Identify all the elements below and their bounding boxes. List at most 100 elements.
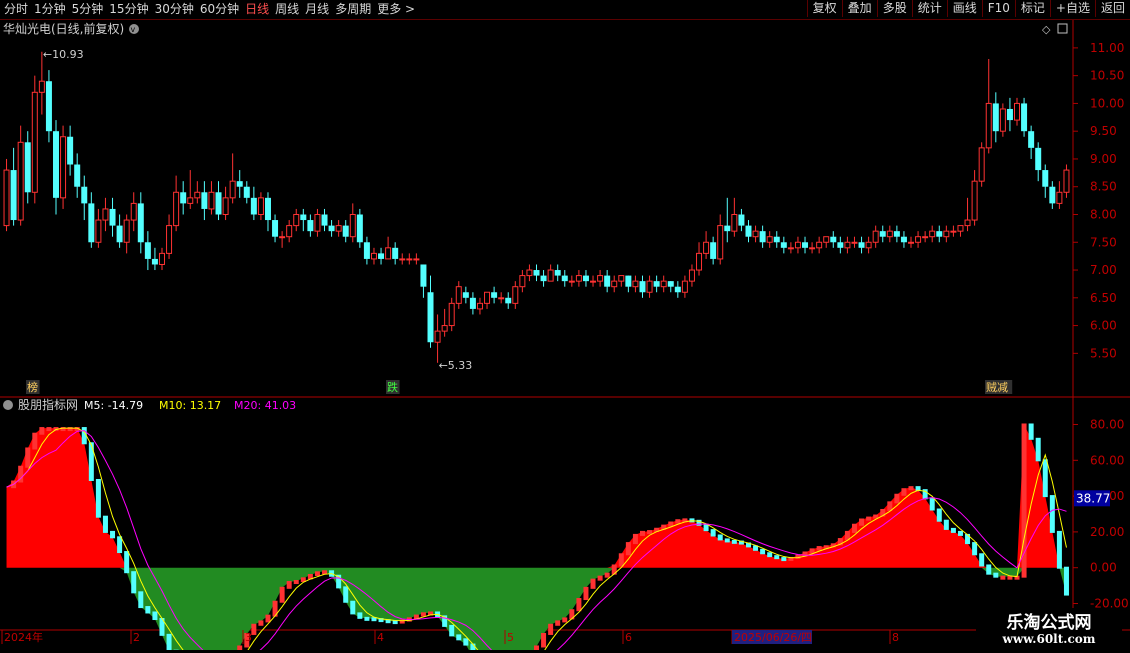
x-axis-label-3: 4 <box>377 631 384 644</box>
period-tab-8[interactable]: 月线 <box>305 1 329 18</box>
indicator-bar-51 <box>364 617 369 621</box>
candle-body-111 <box>788 248 793 249</box>
candle-body-41 <box>294 214 299 225</box>
candle-body-118 <box>837 242 843 248</box>
candle-body-73 <box>520 276 525 287</box>
indicator-bar-76 <box>541 633 546 648</box>
period-tab-4[interactable]: 30分钟 <box>155 1 194 18</box>
toolbar-button-6[interactable]: 标记 <box>1015 0 1050 17</box>
candle-body-3 <box>25 142 31 192</box>
period-tab-6[interactable]: 日线 <box>245 1 269 18</box>
top-toolbar: 分时 1分钟 5分钟 15分钟 30分钟 60分钟日线周线月线多周期更多 > 复权叠加多股… <box>0 0 1130 20</box>
period-tab-0[interactable]: 分时 <box>4 1 28 18</box>
candle-body-74 <box>527 270 532 276</box>
candle-body-99 <box>704 242 709 253</box>
indicator-bar-85 <box>605 573 610 578</box>
candle-body-112 <box>795 242 800 248</box>
price-tick-label-11: 5.50 <box>1090 346 1117 360</box>
x-axis-label-4: 5 <box>507 631 514 644</box>
candle-body-69 <box>491 292 497 298</box>
candle-body-96 <box>682 281 687 292</box>
candle-body-32 <box>230 181 235 198</box>
period-tab-2[interactable]: 5分钟 <box>72 1 104 18</box>
chart-area[interactable]: 11.0010.5010.009.509.008.508.007.507.006… <box>0 20 1130 650</box>
toolbar-button-3[interactable]: 统计 <box>912 0 947 17</box>
candle-body-49 <box>350 214 355 236</box>
indicator-bar-95 <box>675 519 680 523</box>
candle-body-82 <box>583 276 589 282</box>
indicator-bar-63 <box>449 625 454 636</box>
indicator-bar-82 <box>583 587 588 600</box>
toolbar-button-4[interactable]: 画线 <box>947 0 982 17</box>
price-tick-label-2: 10.00 <box>1090 96 1124 110</box>
candle-body-76 <box>541 276 547 282</box>
candle-body-88 <box>625 276 631 287</box>
period-tab-7[interactable]: 周线 <box>275 1 299 18</box>
period-tab-9[interactable]: 多周期 <box>335 1 371 18</box>
candle-body-122 <box>866 242 871 248</box>
candle-body-53 <box>378 253 384 259</box>
toolbar-button-0[interactable]: 复权 <box>807 0 842 17</box>
x-axis-label-7: 8 <box>892 631 899 644</box>
candle-body-21 <box>152 259 158 265</box>
candle-body-43 <box>307 220 313 231</box>
candle-body-116 <box>824 237 829 243</box>
indicator-bar-75 <box>534 645 539 650</box>
indicator-bar-128 <box>909 486 914 490</box>
indicator-bar-90 <box>640 531 645 536</box>
candle-body-63 <box>449 303 454 325</box>
price-tick-label-10: 6.00 <box>1090 319 1117 333</box>
indicator-bar-64 <box>456 634 461 640</box>
marker-label-1: 跌 <box>387 380 398 394</box>
period-tab-5[interactable]: 60分钟 <box>200 1 239 18</box>
toolbar-button-7[interactable]: +自选 <box>1050 0 1095 17</box>
candle-body-75 <box>534 270 540 276</box>
period-tab-10[interactable]: 更多 > <box>377 1 415 18</box>
candle-body-102 <box>724 226 730 232</box>
candle-body-131 <box>930 231 935 237</box>
period-tab-1[interactable]: 1分钟 <box>34 1 66 18</box>
candle-body-121 <box>859 242 865 248</box>
ind-tick-label-0: 80.00 <box>1090 417 1124 431</box>
candle-body-33 <box>237 181 243 187</box>
candle-body-135 <box>958 226 963 232</box>
candle-body-56 <box>400 259 405 260</box>
period-tab-3[interactable]: 15分钟 <box>109 1 148 18</box>
candle-body-81 <box>576 276 581 282</box>
indicator-bar-3 <box>25 447 30 467</box>
candle-body-89 <box>633 281 638 287</box>
indicator-legend-2: M20: 41.03 <box>234 399 296 412</box>
candle-body-60 <box>428 292 434 342</box>
toolbar-button-2[interactable]: 多股 <box>877 0 912 17</box>
candle-body-120 <box>852 242 857 243</box>
chart-svg[interactable]: 11.0010.5010.009.509.008.508.007.507.006… <box>0 20 1130 650</box>
indicator-bar-107 <box>760 549 765 554</box>
main-chart-title: 华灿光电(日线,前复权) <box>3 21 124 36</box>
candle-body-38 <box>272 220 278 237</box>
candle-body-91 <box>647 281 652 292</box>
price-tick-label-3: 9.50 <box>1090 124 1117 138</box>
candle-body-80 <box>569 281 574 282</box>
ind-tick-label-4: 0.00 <box>1090 561 1117 575</box>
indicator-bar-108 <box>767 552 772 557</box>
toolbar-button-8[interactable]: 返回 <box>1095 0 1130 17</box>
toolbar-button-1[interactable]: 叠加 <box>842 0 877 17</box>
period-tabs: 分时 1分钟 5分钟 15分钟 30分钟 60分钟日线周线月线多周期更多 > <box>4 1 421 18</box>
candle-body-57 <box>407 259 412 260</box>
toolbar-button-5[interactable]: F10 <box>982 0 1015 17</box>
indicator-bar-65 <box>463 638 468 645</box>
candle-body-30 <box>216 192 222 214</box>
indicator-bar-18 <box>131 571 136 593</box>
candle-body-31 <box>223 198 228 215</box>
low-price-label: ←5.33 <box>439 359 473 372</box>
candle-body-59 <box>420 264 426 286</box>
candle-body-14 <box>103 209 108 220</box>
price-tick-label-7: 7.50 <box>1090 235 1117 249</box>
price-tick-label-9: 6.50 <box>1090 291 1117 305</box>
indicator-bar-146 <box>1036 438 1041 461</box>
candle-body-149 <box>1057 192 1062 203</box>
indicator-bar-131 <box>930 497 935 510</box>
indicator-bar-88 <box>626 542 631 555</box>
candle-body-83 <box>591 281 596 282</box>
candle-body-85 <box>604 276 610 287</box>
